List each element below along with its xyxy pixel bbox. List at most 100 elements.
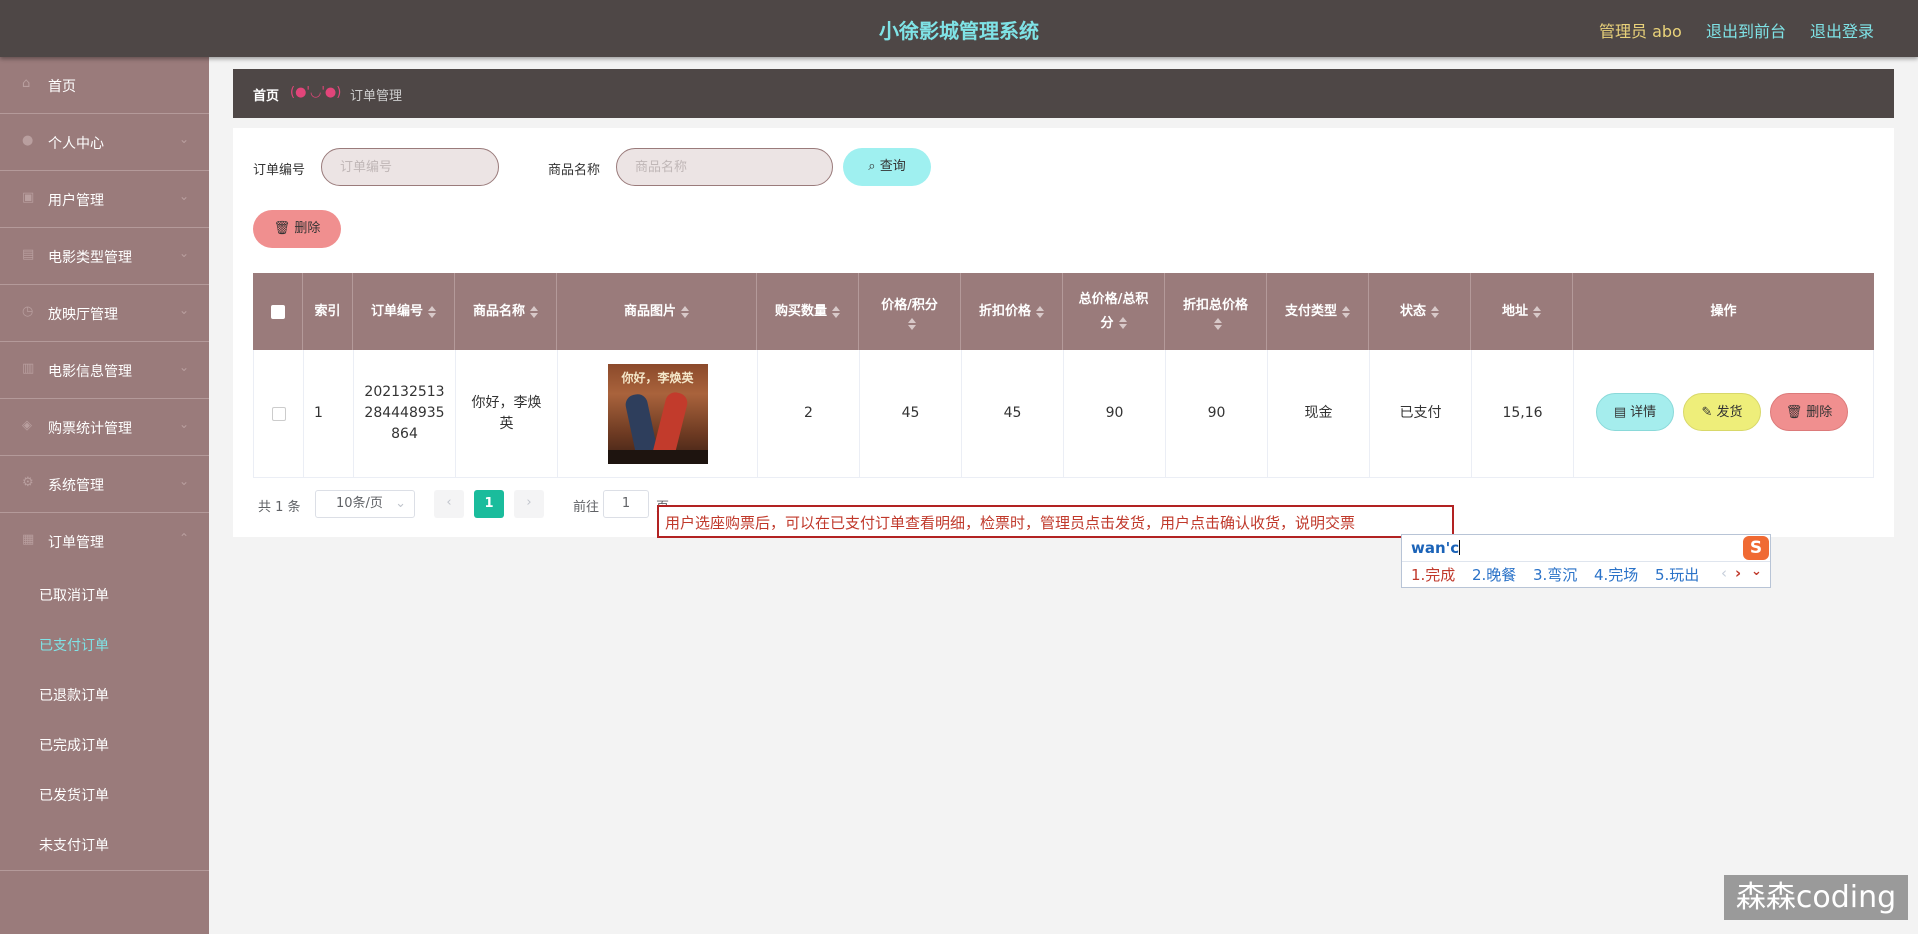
sort-icon[interactable] xyxy=(1036,305,1044,318)
sort-icon[interactable] xyxy=(428,305,436,318)
ship-button[interactable]: ✎ 发货 xyxy=(1683,393,1761,431)
sidebar-sub-label: 已完成订单 xyxy=(39,738,109,754)
top-bar: 小徐影城管理系统 管理员 abo 退出到前台 退出登录 xyxy=(0,0,1918,57)
movie-poster-image[interactable]: 你好，李焕英 xyxy=(607,363,708,464)
users-icon: ▣ xyxy=(22,190,35,205)
sidebar-item-personal[interactable]: ● 个人中心 ⌄ xyxy=(0,114,209,171)
col-product-image[interactable]: 商品图片 xyxy=(557,273,757,350)
col-total[interactable]: 总价格/总积分 xyxy=(1063,273,1165,350)
annotation-textbox[interactable]: 用户选座购票后，可以在已支付订单查看明细，检票时，管理员点击发货，用户点击确认收… xyxy=(657,505,1454,538)
select-all-checkbox[interactable] xyxy=(270,304,285,319)
page-number-current[interactable]: 1 xyxy=(474,490,504,518)
col-price[interactable]: 价格/积分 xyxy=(859,273,961,350)
col-header-label: 折扣价格 xyxy=(978,303,1031,319)
row-checkbox[interactable] xyxy=(271,406,286,421)
col-header-label: 总价格/总积分 xyxy=(1073,288,1154,336)
hall-icon: ◷ xyxy=(22,304,34,319)
col-header-label: 购买数量 xyxy=(774,303,827,319)
col-quantity[interactable]: 购买数量 xyxy=(757,273,859,350)
cell-actions: ▤ 详情 ✎ 发货 🗑 删除 xyxy=(1574,350,1873,477)
table-header: 索引 订单编号 商品名称 商品图片 购买数量 价格/积分 折扣价格 总价格/总积… xyxy=(253,273,1874,350)
sidebar-item-users[interactable]: ▣ 用户管理 ⌄ xyxy=(0,171,209,228)
col-discount-total[interactable]: 折扣总价格 xyxy=(1165,273,1267,350)
sort-icon[interactable] xyxy=(1533,305,1541,318)
col-discount-price[interactable]: 折扣价格 xyxy=(961,273,1063,350)
sidebar-item-orders[interactable]: ▦ 订单管理 ⌃ xyxy=(0,513,209,569)
ime-candidate[interactable]: 1.完成 xyxy=(1411,564,1455,585)
select-all-cell xyxy=(253,273,303,350)
page-size-select[interactable]: 10条/页 ⌄ xyxy=(315,490,415,518)
ime-candidate-window: wan'c S 1.完成 2.晚餐 3.弯沉 4.完场 5.玩出 ‹ › ⌄ xyxy=(1401,534,1771,588)
sort-icon[interactable] xyxy=(1118,317,1127,329)
row-delete-button[interactable]: 🗑 删除 xyxy=(1770,393,1848,431)
sidebar-item-movie-types[interactable]: ▤ 电影类型管理 ⌄ xyxy=(0,228,209,285)
ime-candidate[interactable]: 2.晚餐 xyxy=(1472,564,1516,585)
col-status[interactable]: 状态 xyxy=(1369,273,1471,350)
breadcrumb-home[interactable]: 首页 xyxy=(253,85,279,104)
sort-icon[interactable] xyxy=(1214,317,1222,330)
sort-icon[interactable] xyxy=(832,305,840,318)
sidebar-item-movies[interactable]: ▥ 电影信息管理 ⌄ xyxy=(0,342,209,399)
logout-link[interactable]: 退出登录 xyxy=(1810,18,1874,42)
sort-icon[interactable] xyxy=(681,305,689,318)
chevron-down-icon: ⌄ xyxy=(178,189,189,203)
product-name-input[interactable] xyxy=(616,148,833,186)
ime-divider xyxy=(1402,561,1770,562)
trash-icon: 🗑 xyxy=(1785,404,1803,420)
order-no-input[interactable] xyxy=(321,148,499,186)
ime-prev-icon[interactable]: ‹ xyxy=(1721,564,1727,582)
sidebar-item-home[interactable]: ⌂ 首页 xyxy=(0,57,209,114)
sidebar-item-halls[interactable]: ◷ 放映厅管理 ⌄ xyxy=(0,285,209,342)
col-header-label: 商品名称 xyxy=(472,303,525,319)
sidebar-item-label: 系统管理 xyxy=(48,478,104,494)
sidebar-item-label: 电影信息管理 xyxy=(48,364,132,380)
sort-icon[interactable] xyxy=(908,317,916,330)
sort-icon[interactable] xyxy=(1342,305,1350,318)
col-header-label: 订单编号 xyxy=(370,303,423,319)
ime-candidate[interactable]: 4.完场 xyxy=(1594,564,1638,585)
goto-label: 前往 xyxy=(573,500,600,515)
query-button[interactable]: ⌕ 查询 xyxy=(843,148,931,186)
sidebar-sub-unpaid[interactable]: 未支付订单 xyxy=(0,819,209,869)
sidebar-sub-shipped[interactable]: 已发货订单 xyxy=(0,769,209,819)
col-order-no[interactable]: 订单编号 xyxy=(353,273,455,350)
sidebar: ⌂ 首页 ● 个人中心 ⌄ ▣ 用户管理 ⌄ ▤ 电影类型管理 ⌄ ◷ 放映厅管… xyxy=(0,57,209,934)
sidebar-item-label: 个人中心 xyxy=(48,136,104,152)
goto-page-input[interactable]: 1 xyxy=(603,490,649,518)
sidebar-item-label: 订单管理 xyxy=(48,535,104,551)
sidebar-sub-refunded[interactable]: 已退款订单 xyxy=(0,669,209,719)
batch-delete-button[interactable]: 🗑 删除 xyxy=(253,210,341,248)
ime-candidate[interactable]: 3.弯沉 xyxy=(1533,564,1577,585)
cell-address: 15,16 xyxy=(1472,350,1574,477)
col-header-label: 折扣总价格 xyxy=(1182,297,1248,313)
col-header-label: 支付类型 xyxy=(1284,303,1337,319)
exit-to-front-link[interactable]: 退出到前台 xyxy=(1706,18,1786,42)
search-icon: ⌕ xyxy=(868,159,876,174)
product-name-line: 英 xyxy=(499,415,514,432)
row-select-cell xyxy=(254,350,304,477)
chart-icon: ◈ xyxy=(22,418,32,433)
text-caret xyxy=(1459,540,1461,555)
sidebar-sub-completed[interactable]: 已完成订单 xyxy=(0,719,209,769)
sidebar-item-label: 用户管理 xyxy=(48,193,104,209)
ime-expand-icon[interactable]: ⌄ xyxy=(1751,564,1762,579)
sidebar-sub-paid[interactable]: 已支付订单 xyxy=(0,619,209,669)
col-address[interactable]: 地址 xyxy=(1471,273,1573,350)
ime-candidate[interactable]: 5.玩出 xyxy=(1655,564,1699,585)
next-page-button[interactable]: › xyxy=(514,490,544,518)
prev-page-button[interactable]: ‹ xyxy=(434,490,464,518)
col-actions: 操作 xyxy=(1573,273,1874,350)
chevron-down-icon: ⌄ xyxy=(178,246,189,260)
movie-icon: ▥ xyxy=(22,361,35,376)
sidebar-item-ticket-stats[interactable]: ◈ 购票统计管理 ⌄ xyxy=(0,399,209,456)
sidebar-sub-cancelled[interactable]: 已取消订单 xyxy=(0,569,209,619)
category-icon: ▤ xyxy=(22,247,35,262)
sidebar-item-system[interactable]: ⚙ 系统管理 ⌄ xyxy=(0,456,209,513)
col-pay-type[interactable]: 支付类型 xyxy=(1267,273,1369,350)
sort-icon[interactable] xyxy=(530,305,538,318)
detail-button[interactable]: ▤ 详情 xyxy=(1596,393,1674,431)
sidebar-sub-label: 已发货订单 xyxy=(39,788,109,804)
ime-next-icon[interactable]: › xyxy=(1735,564,1741,582)
sort-icon[interactable] xyxy=(1431,305,1439,318)
col-product-name[interactable]: 商品名称 xyxy=(455,273,557,350)
